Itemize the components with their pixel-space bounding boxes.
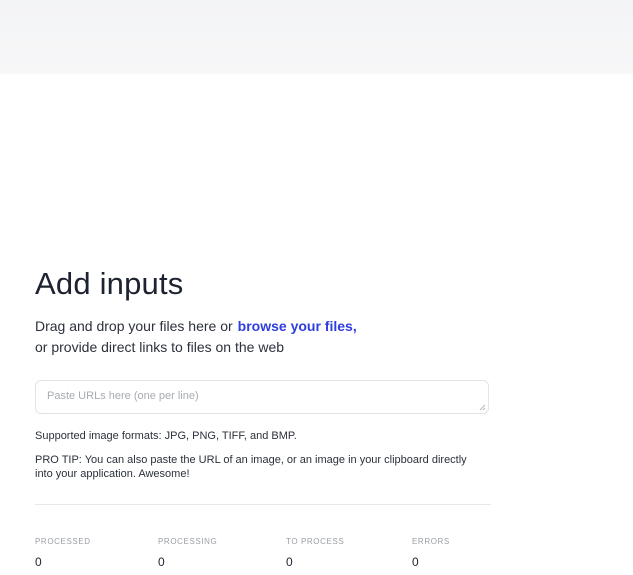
stat-label: TO PROCESS xyxy=(286,537,345,546)
divider xyxy=(35,504,491,505)
add-inputs-panel: Add inputs Drag and drop your files here… xyxy=(35,265,495,505)
stat-value: 0 xyxy=(158,555,165,569)
url-input-placeholder: Paste URLs here (one per line) xyxy=(47,390,199,402)
page-title: Add inputs xyxy=(35,266,184,301)
stat-label: PROCESSING xyxy=(158,537,218,546)
stat-value: 0 xyxy=(35,555,42,569)
description-line-2: or provide direct links to files on the … xyxy=(35,339,285,355)
stat-label: ERRORS xyxy=(412,537,450,546)
stat-processing: PROCESSING 0 xyxy=(158,537,217,569)
stat-value: 0 xyxy=(412,555,419,569)
stat-label: PROCESSED xyxy=(35,537,91,546)
browse-files-link[interactable]: browse your files, xyxy=(238,318,357,334)
url-input[interactable]: Paste URLs here (one per line) xyxy=(35,380,489,414)
stat-processed: PROCESSED 0 xyxy=(35,537,91,569)
top-bar xyxy=(0,0,633,74)
drag-drop-text: Drag and drop your files here or xyxy=(35,318,233,334)
description-line-1: Drag and drop your files here or browse y… xyxy=(35,316,495,337)
stat-value: 0 xyxy=(286,555,293,569)
processing-stats: PROCESSED 0 PROCESSING 0 TO PROCESS 0 ER… xyxy=(35,537,595,569)
upload-description: Drag and drop your files here or browse y… xyxy=(35,316,495,358)
add-inputs-page: Add inputs Drag and drop your files here… xyxy=(0,0,633,575)
stat-errors: ERRORS 0 xyxy=(412,537,450,569)
supported-formats-text: Supported image formats: JPG, PNG, TIFF,… xyxy=(35,430,297,442)
resize-handle-icon[interactable] xyxy=(478,403,486,411)
stat-to-process: TO PROCESS 0 xyxy=(286,537,344,569)
pro-tip-text: PRO TIP: You can also paste the URL of a… xyxy=(35,454,467,480)
